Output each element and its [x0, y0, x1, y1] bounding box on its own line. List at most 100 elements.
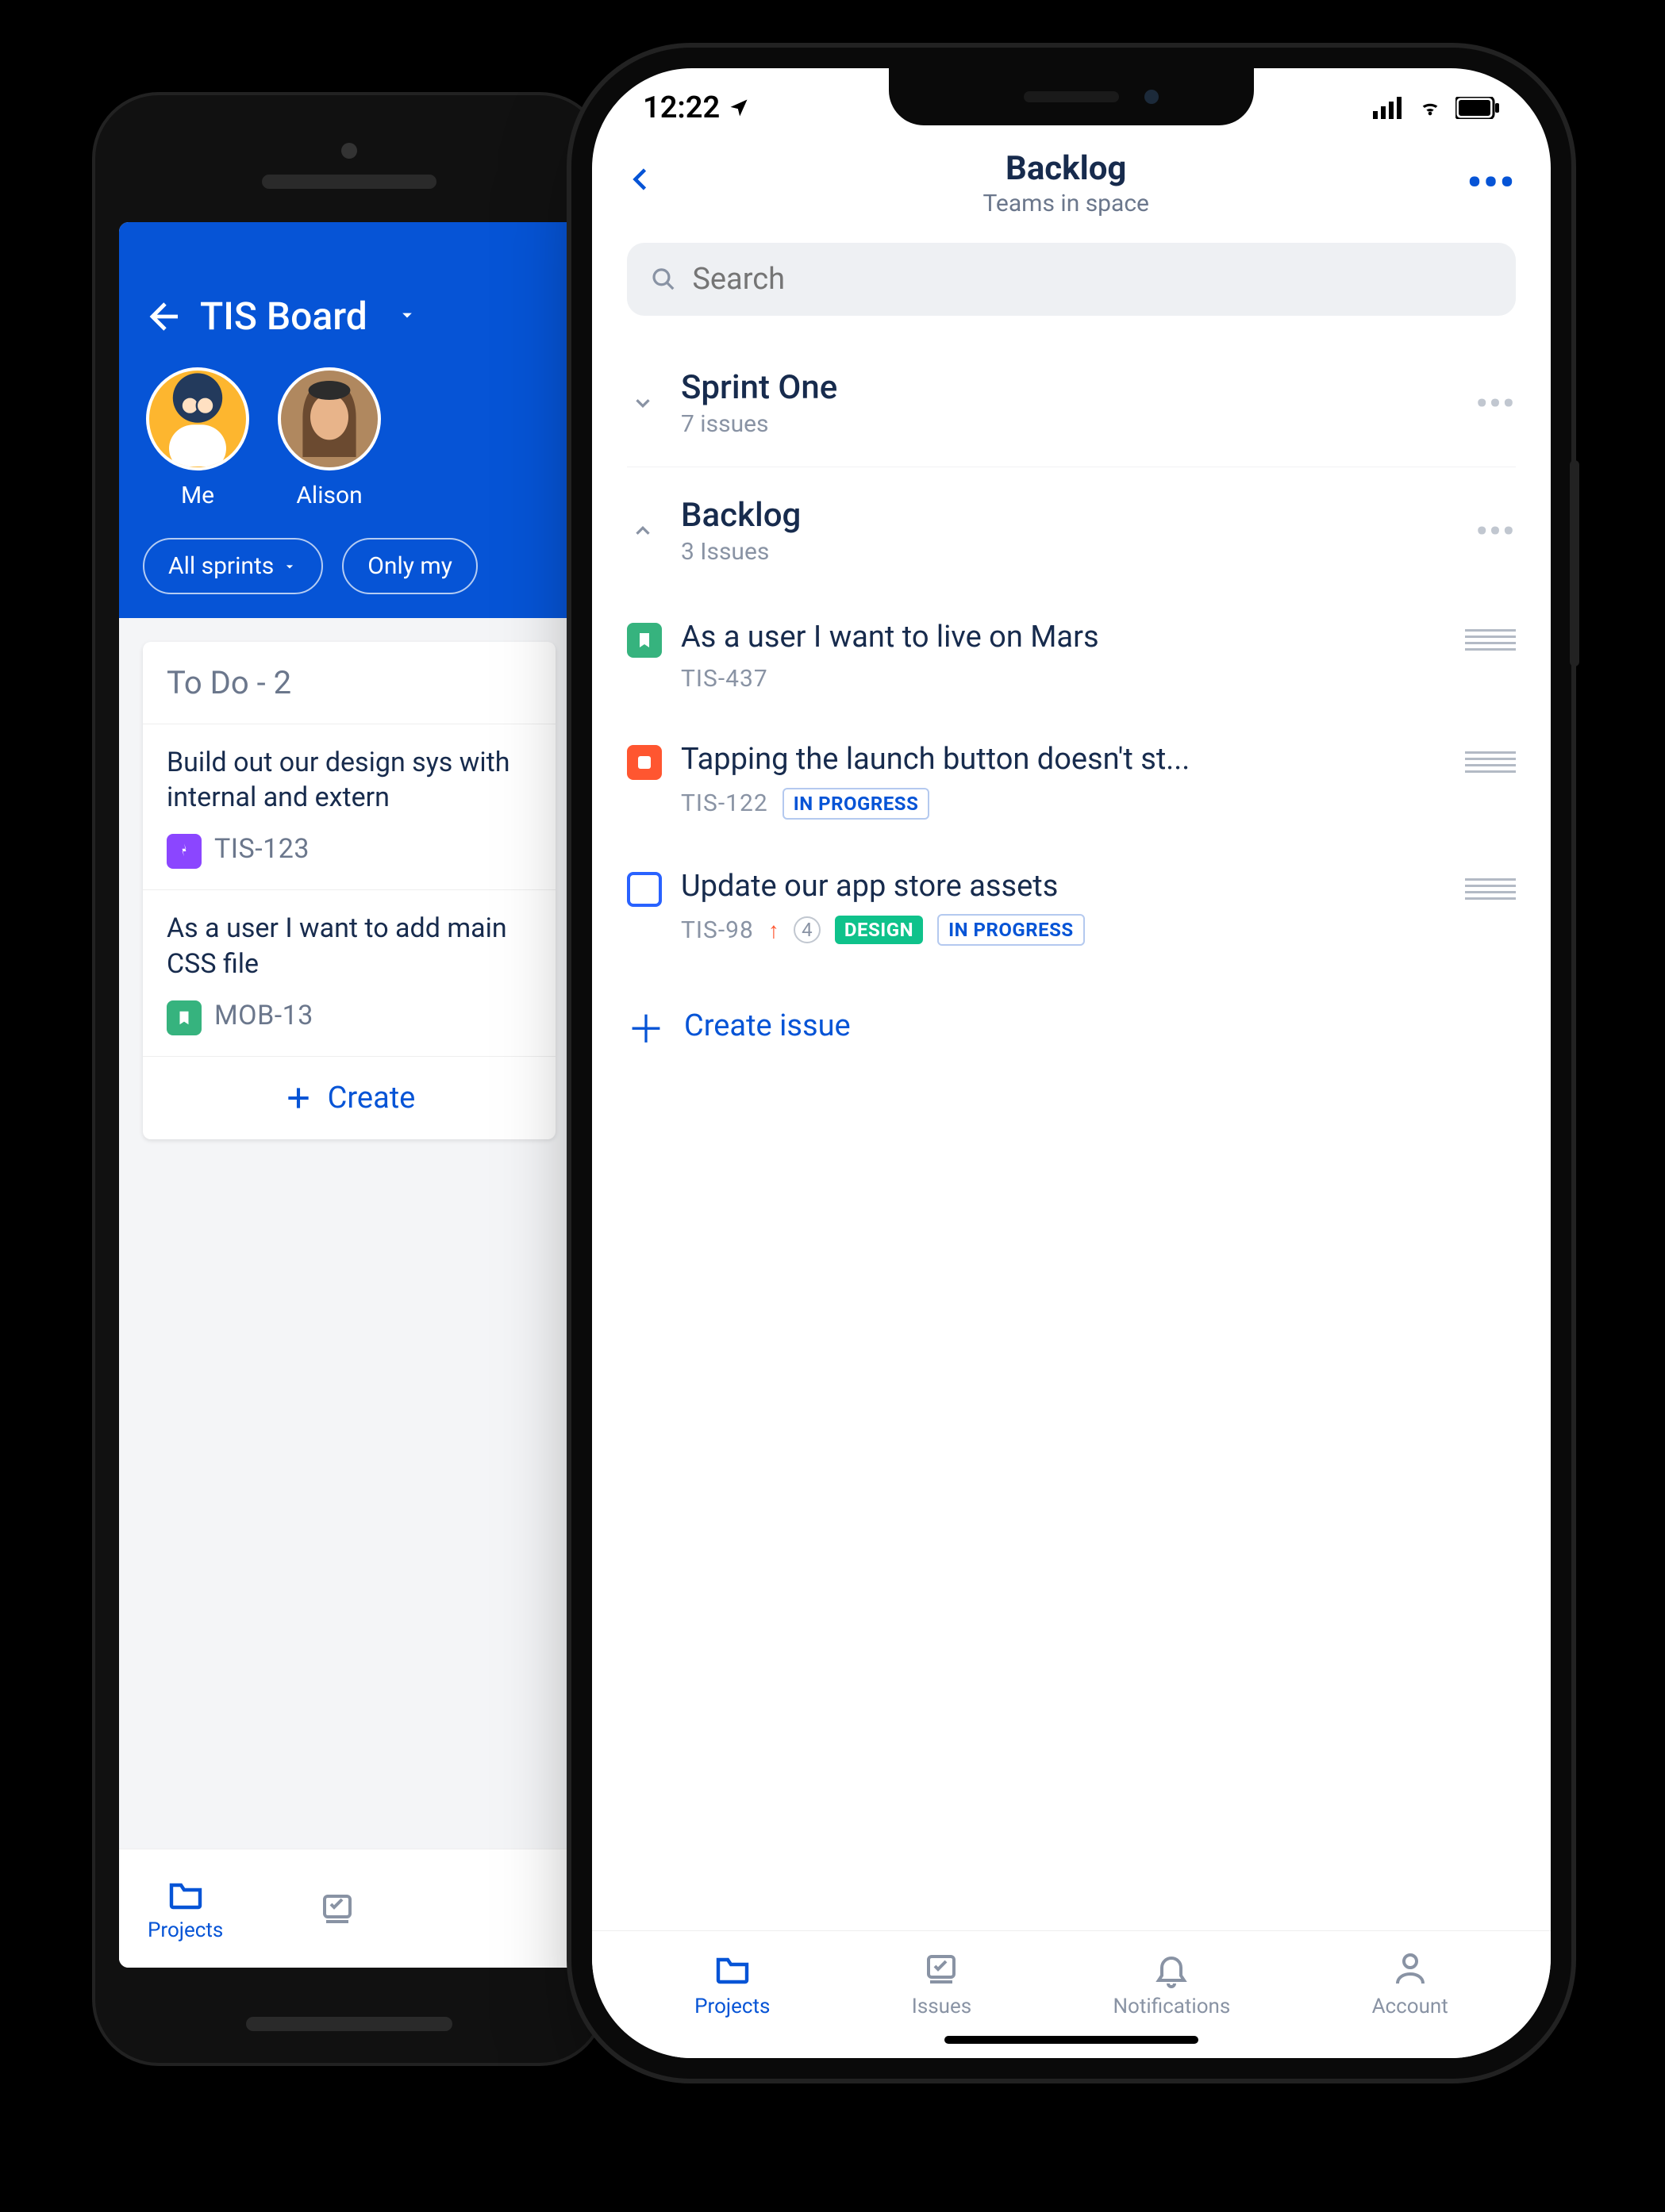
priority-high-icon: ↑ — [768, 917, 779, 943]
issue-type-story-icon — [167, 1000, 202, 1035]
iphone-device-frame: 12:22 Backlog Teams in space ••• — [571, 48, 1571, 2079]
backlog-issue[interactable]: As a user I want to live on Mars TIS-437 — [627, 594, 1516, 716]
android-screen: TIS Board Me Alison — [119, 222, 579, 1968]
status-badge: DESIGN — [835, 916, 923, 944]
filter-chip-mine[interactable]: Only my — [342, 538, 478, 594]
search-bar[interactable] — [627, 243, 1516, 316]
location-icon — [728, 97, 750, 119]
account-icon — [1391, 1950, 1429, 1988]
dropdown-caret-icon[interactable] — [396, 304, 418, 329]
column-card: To Do - 2 Build out our design sys with … — [143, 642, 556, 1139]
tab-label: Notifications — [1113, 1995, 1231, 2018]
section-backlog[interactable]: Backlog 3 Issues ••• — [627, 467, 1516, 594]
issue-key: TIS-123 — [214, 833, 310, 865]
search-icon — [651, 266, 676, 293]
tab-label: Projects — [148, 1918, 223, 1942]
bell-icon — [1152, 1950, 1190, 1988]
page-subtitle: Teams in space — [982, 190, 1148, 217]
cellular-icon — [1373, 97, 1405, 119]
create-issue-button[interactable]: Create — [143, 1056, 556, 1139]
issue-key: TIS-122 — [681, 789, 768, 817]
issue-key: MOB-13 — [214, 1000, 313, 1031]
home-indicator[interactable] — [944, 2036, 1198, 2044]
story-points-badge: 4 — [794, 916, 821, 943]
filter-chip-sprints[interactable]: All sprints — [143, 538, 323, 594]
filter-chip-row: All sprints Only my — [143, 538, 556, 594]
section-more-button[interactable]: ••• — [1476, 385, 1516, 422]
back-button[interactable] — [627, 156, 665, 212]
nav-bar: Backlog Teams in space ••• — [592, 130, 1551, 233]
tab-account[interactable]: Account — [1372, 1950, 1448, 2018]
tab-notifications[interactable]: Notifications — [1113, 1950, 1231, 2018]
battery-icon — [1455, 97, 1500, 119]
issue-type-task-icon — [627, 872, 662, 907]
chevron-down-icon — [282, 559, 298, 574]
backlog-content: Sprint One 7 issues ••• Backlog 3 Issues… — [592, 340, 1551, 1082]
tab-projects[interactable]: Projects — [148, 1876, 223, 1942]
backlog-issue[interactable]: Update our app store assets TIS-98 ↑ 4 D… — [627, 843, 1516, 970]
chevron-left-icon — [627, 159, 656, 200]
section-subtitle: 7 issues — [681, 410, 1454, 438]
issue-type-epic-icon — [167, 834, 202, 869]
issue-key: TIS-98 — [681, 916, 754, 944]
status-time: 12:22 — [643, 90, 720, 125]
issue-card[interactable]: Build out our design sys with internal a… — [143, 724, 556, 889]
section-more-button[interactable]: ••• — [1476, 513, 1516, 550]
section-title: Backlog — [681, 496, 1454, 535]
drag-handle-icon[interactable] — [1465, 878, 1516, 900]
issue-title: As a user I want to live on Mars — [681, 618, 1446, 657]
tab-label: Issues — [912, 1995, 971, 2018]
avatar-name: Alison — [296, 482, 362, 509]
drag-handle-icon[interactable] — [1465, 751, 1516, 773]
avatar-icon — [278, 367, 381, 470]
plus-icon: ＋ — [627, 998, 665, 1054]
avatar-filter-me[interactable]: Me — [146, 367, 249, 509]
section-title: Sprint One — [681, 368, 1454, 407]
section-subtitle: 3 Issues — [681, 538, 1454, 566]
avatar-filter-row: Me Alison — [143, 367, 556, 509]
device-notch — [889, 68, 1254, 125]
create-label: Create — [328, 1081, 416, 1116]
android-device-frame: TIS Board Me Alison — [95, 95, 603, 2063]
create-issue-button[interactable]: ＋ Create issue — [627, 970, 1516, 1082]
issue-title: As a user I want to add main CSS file — [167, 911, 532, 981]
more-menu-button[interactable]: ••• — [1467, 160, 1516, 206]
android-board-body: To Do - 2 Build out our design sys with … — [119, 618, 579, 1968]
column-title: To Do - 2 — [143, 642, 556, 724]
back-arrow-icon[interactable] — [143, 298, 181, 336]
avatar-name: Me — [181, 482, 214, 509]
folder-icon — [713, 1950, 752, 1988]
folder-icon — [167, 1876, 205, 1914]
status-badge: IN PROGRESS — [937, 914, 1085, 946]
issue-title: Build out our design sys with internal a… — [167, 745, 532, 815]
filter-label: Only my — [367, 552, 452, 580]
page-title: Backlog — [982, 149, 1148, 188]
wifi-icon — [1416, 97, 1444, 119]
avatar-icon — [146, 367, 249, 470]
filter-label: All sprints — [168, 552, 274, 580]
board-title[interactable]: TIS Board — [200, 294, 367, 339]
tab-projects[interactable]: Projects — [694, 1950, 770, 2018]
android-header: TIS Board Me Alison — [119, 222, 579, 618]
drag-handle-icon[interactable] — [1465, 629, 1516, 651]
chevron-down-icon — [627, 391, 659, 415]
issue-title: Tapping the launch button doesn't st... — [681, 740, 1446, 779]
create-label: Create issue — [684, 1008, 851, 1043]
status-badge: IN PROGRESS — [783, 788, 930, 820]
backlog-issue[interactable]: Tapping the launch button doesn't st... … — [627, 716, 1516, 843]
section-sprint-one[interactable]: Sprint One 7 issues ••• — [627, 340, 1516, 467]
search-input[interactable] — [692, 262, 1492, 297]
tab-label: Projects — [694, 1995, 770, 2018]
issue-type-bug-icon — [627, 745, 662, 780]
tab-board[interactable] — [318, 1890, 356, 1928]
issue-card[interactable]: As a user I want to add main CSS file MO… — [143, 889, 556, 1055]
avatar-filter-alison[interactable]: Alison — [278, 367, 381, 509]
plus-icon — [283, 1083, 313, 1113]
tab-issues[interactable]: Issues — [912, 1950, 971, 2018]
issue-key: TIS-437 — [681, 665, 768, 693]
tab-label: Account — [1372, 1995, 1448, 2018]
board-icon — [922, 1950, 960, 1988]
iphone-screen: 12:22 Backlog Teams in space ••• — [592, 68, 1551, 2058]
board-icon — [318, 1890, 356, 1928]
chevron-up-icon — [627, 519, 659, 543]
